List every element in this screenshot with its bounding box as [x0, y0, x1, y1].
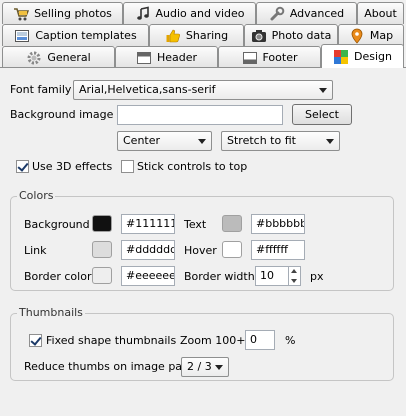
gear-icon [26, 50, 42, 66]
tab-caption-templates[interactable]: Caption templates [2, 24, 149, 46]
wrench-icon [269, 6, 285, 22]
tab-label: Map [369, 29, 394, 42]
background-image-label: Background image [10, 108, 114, 121]
design-panel: Font family Arial,Helvetica,sans-serif B… [0, 67, 406, 416]
hover-color-input[interactable]: #ffffff [251, 240, 305, 260]
font-family-value: Arial,Helvetica,sans-serif [79, 83, 216, 96]
thumbnails-legend: Thumbnails [17, 306, 85, 319]
caption-icon [14, 28, 30, 44]
palette-icon [333, 49, 349, 65]
header-icon [136, 50, 152, 66]
map-pin-icon [349, 28, 365, 44]
spin-down-icon [291, 279, 297, 283]
footer-icon [242, 50, 258, 66]
position-value: Center [123, 134, 161, 147]
font-family-label: Font family [10, 83, 72, 96]
chevron-down-icon [198, 139, 206, 144]
tab-row-3: General Header Footer Design [0, 44, 406, 68]
reduce-thumbs-value: 2 / 3 [187, 360, 212, 373]
text-color-swatch[interactable] [222, 215, 242, 232]
border-width-input[interactable]: 10 [255, 266, 301, 286]
text-color-label: Text [184, 218, 207, 231]
use-3d-label: Use 3D effects [32, 160, 113, 173]
stick-controls-checkbox[interactable] [121, 160, 134, 173]
background-color-input[interactable]: #111111 [121, 214, 175, 234]
select-button-label: Select [305, 108, 339, 121]
tab-label: Sharing [185, 29, 229, 42]
colors-legend: Colors [17, 189, 56, 202]
zoom-input[interactable]: 0 [245, 330, 275, 350]
hover-color-swatch[interactable] [222, 241, 242, 258]
shopping-cart-icon [13, 6, 30, 22]
thumbnails-group: Thumbnails Fixed shape thumbnails Zoom 1… [10, 306, 394, 381]
reduce-thumbs-label: Reduce thumbs on image page [24, 360, 196, 373]
tab-label: Audio and video [155, 7, 245, 20]
tab-general[interactable]: General [2, 46, 115, 68]
tab-audio-and-video[interactable]: Audio and video [123, 2, 256, 24]
stretch-value: Stretch to fit [227, 134, 296, 147]
link-color-label: Link [24, 244, 47, 257]
tab-footer[interactable]: Footer [218, 46, 321, 68]
tab-row-1: Selling photos Audio and video Advanced … [0, 2, 406, 24]
camera-icon [251, 28, 267, 44]
position-select[interactable]: Center [117, 131, 212, 151]
stretch-select[interactable]: Stretch to fit [221, 131, 340, 151]
text-color-input[interactable]: #bbbbbb [251, 214, 305, 234]
border-color-label: Border color [24, 270, 92, 283]
thumbs-up-icon [165, 28, 181, 44]
use-3d-checkbox[interactable] [16, 160, 29, 173]
tab-design[interactable]: Design [321, 44, 404, 68]
border-color-input[interactable]: #eeeeee [121, 266, 175, 286]
music-note-icon [135, 6, 151, 22]
font-family-select[interactable]: Arial,Helvetica,sans-serif [73, 80, 333, 100]
select-button[interactable]: Select [292, 104, 352, 125]
tab-sharing[interactable]: Sharing [149, 24, 244, 46]
tab-photo-data[interactable]: Photo data [244, 24, 338, 46]
link-color-swatch[interactable] [92, 241, 112, 258]
tab-row-2: Caption templates Sharing Photo data Map [0, 24, 406, 46]
tab-label: Footer [262, 51, 298, 64]
background-color-swatch[interactable] [92, 215, 112, 232]
fixed-shape-checkbox[interactable] [29, 334, 42, 347]
reduce-thumbs-select[interactable]: 2 / 3 [181, 357, 229, 377]
tab-label: Selling photos [34, 7, 112, 20]
background-color-label: Background [24, 218, 90, 231]
tab-label: Caption templates [35, 29, 137, 42]
tab-label: Photo data [271, 29, 332, 42]
zoom-unit: % [285, 334, 296, 347]
stick-controls-label: Stick controls to top [137, 160, 248, 173]
border-color-swatch[interactable] [92, 267, 112, 284]
hover-color-label: Hover [184, 244, 217, 257]
spin-up-icon [291, 269, 297, 273]
tab-advanced[interactable]: Advanced [256, 2, 357, 24]
tab-label: General [47, 51, 91, 64]
tab-about[interactable]: About [357, 2, 404, 24]
border-width-label: Border width [184, 270, 255, 283]
tab-label: Design [354, 50, 392, 63]
tab-selling-photos[interactable]: Selling photos [2, 2, 123, 24]
tab-label: About [364, 7, 397, 20]
border-width-unit: px [310, 270, 324, 283]
tab-label: Advanced [289, 7, 345, 20]
fixed-shape-label: Fixed shape thumbnails [46, 334, 177, 347]
tab-header[interactable]: Header [115, 46, 218, 68]
border-width-value: 10 [260, 269, 274, 282]
link-color-input[interactable]: #dddddd [121, 240, 175, 260]
tab-map[interactable]: Map [338, 24, 404, 46]
chevron-down-icon [326, 139, 334, 144]
chevron-down-icon [215, 365, 223, 370]
tab-label: Header [156, 51, 198, 64]
background-image-input[interactable] [117, 105, 283, 125]
chevron-down-icon [319, 88, 327, 93]
colors-group: Colors Background #111111 Text #bbbbbb L… [10, 189, 394, 291]
border-width-spinner[interactable] [288, 267, 300, 285]
zoom-label: Zoom 100+ [180, 334, 246, 347]
